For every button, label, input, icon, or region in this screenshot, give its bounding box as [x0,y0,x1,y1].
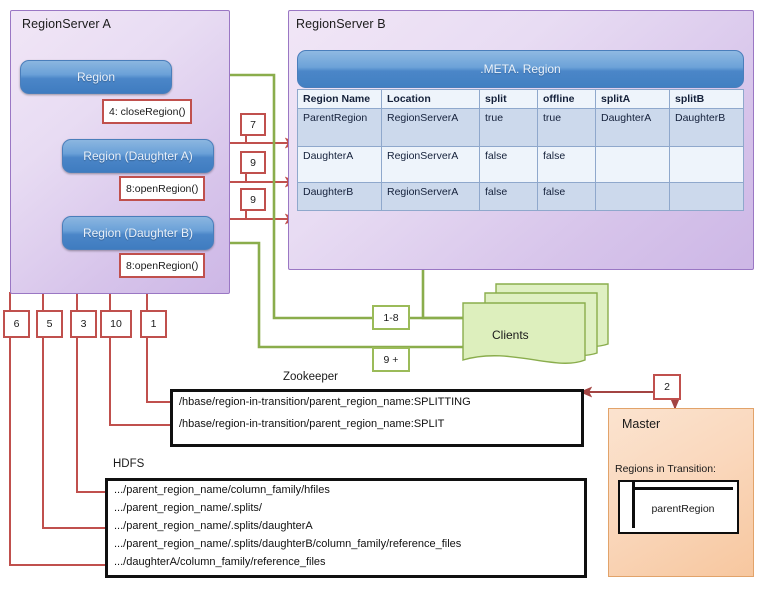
step-chip-9-a: 9 [240,151,266,174]
cell-splitb [669,182,744,212]
step-chip-3-label: 3 [80,318,87,330]
regions-in-transition-entry: parentRegion [651,503,715,515]
cell-splitb: DaughterB [669,108,744,148]
meta-table: Region Name Location split offline split… [297,88,744,212]
cell-location: RegionServerA [381,182,480,212]
step-chip-6-label: 6 [13,318,20,330]
cell-location: RegionServerA [381,146,480,184]
cell-region-name: DaughterA [297,146,382,184]
region-box-daughter-a[interactable]: Region (Daughter A) [62,139,214,173]
regions-in-transition-top-rule [632,487,733,490]
zookeeper-path-splitting: /hbase/region-in-transition/parent_regio… [179,396,471,408]
cell-offline: false [537,182,596,212]
table-row[interactable]: ParentRegion RegionServerA true true Dau… [297,108,744,148]
region-box-daughter-a-label: Region (Daughter A) [83,149,193,163]
meta-col-split: split [479,88,538,110]
clients-label: Clients [492,328,529,342]
cell-splitb [669,146,744,184]
step-chip-9-b-label: 9 [250,193,256,206]
hdfs-path-hfiles: .../parent_region_name/column_family/hfi… [114,484,330,496]
cell-offline: false [537,146,596,184]
hdfs-path-splits-daughterb-refs: .../parent_region_name/.splits/daughterB… [114,538,462,550]
step-chip-3: 3 [70,310,97,338]
clients-stack[interactable] [460,282,610,374]
hdfs-path-splits-daughtera: .../parent_region_name/.splits/daughterA [114,520,313,532]
step-chip-2-label: 2 [664,381,670,393]
cell-splita: DaughterA [595,108,670,148]
hdfs-path-splits: .../parent_region_name/.splits/ [114,502,262,514]
region-server-a-title: RegionServer A [22,17,111,31]
step-chip-5: 5 [36,310,63,338]
step-chip-1-8-label: 1-8 [383,311,399,324]
cell-split: false [479,146,538,184]
regions-in-transition-label: Regions in Transition: [615,463,716,475]
meta-col-splita: splitA [595,88,670,110]
meta-table-header-row: Region Name Location split offline split… [297,88,744,110]
step-chip-5-label: 5 [46,318,53,330]
region-box-daughter-b[interactable]: Region (Daughter B) [62,216,214,250]
cell-split: true [479,108,538,148]
cell-location: RegionServerA [381,108,480,148]
cell-region-name: ParentRegion [297,108,382,148]
step-chip-10: 10 [100,310,132,338]
cell-region-name: DaughterB [297,182,382,212]
step-chip-2: 2 [653,374,681,400]
table-row[interactable]: DaughterA RegionServerA false false [297,146,744,184]
step-chip-9-plus: 9 + [372,347,410,372]
callout-open-region-a-label: 8:openRegion() [126,182,199,195]
cell-offline: true [537,108,596,148]
cell-split: false [479,182,538,212]
meta-col-location: Location [381,88,480,110]
table-row[interactable]: DaughterB RegionServerA false false [297,182,744,212]
meta-region-header-label: .META. Region [480,62,561,76]
master-title: Master [622,417,661,431]
region-box-parent[interactable]: Region [20,60,172,94]
cell-splita [595,182,670,212]
step-chip-9-plus-label: 9 + [383,353,399,366]
cell-splita [595,146,670,184]
zookeeper-path-split: /hbase/region-in-transition/parent_regio… [179,418,445,430]
callout-open-region-a: 8:openRegion() [119,176,206,201]
region-box-parent-label: Region [76,70,116,84]
callout-open-region-b: 8:openRegion() [119,253,206,278]
callout-open-region-b-label: 8:openRegion() [126,259,199,272]
meta-col-splitb: splitB [669,88,744,110]
meta-col-region-name: Region Name [297,88,382,110]
step-chip-1: 1 [140,310,167,338]
hdfs-label: HDFS [113,458,145,470]
meta-region-header: .META. Region [297,50,744,88]
hdfs-path-daughtera-refs: .../daughterA/column_family/reference_fi… [114,556,326,568]
meta-col-offline: offline [537,88,596,110]
step-chip-6: 6 [3,310,30,338]
zookeeper-label: Zookeeper [283,371,338,383]
step-chip-9-b: 9 [240,188,266,211]
step-chip-1-8: 1-8 [372,305,410,330]
callout-close-region-label: 4: closeRegion() [109,105,186,118]
region-box-daughter-b-label: Region (Daughter B) [82,226,194,240]
step-chip-7: 7 [240,113,266,136]
callout-close-region: 4: closeRegion() [102,99,193,124]
region-server-b-title: RegionServer B [296,17,386,31]
diagram-canvas: RegionServer A Region Region (Daughter A… [0,0,760,595]
step-chip-10-label: 10 [110,318,122,330]
step-chip-7-label: 7 [250,118,256,131]
step-chip-1-label: 1 [150,318,157,330]
step-chip-9-a-label: 9 [250,156,256,169]
